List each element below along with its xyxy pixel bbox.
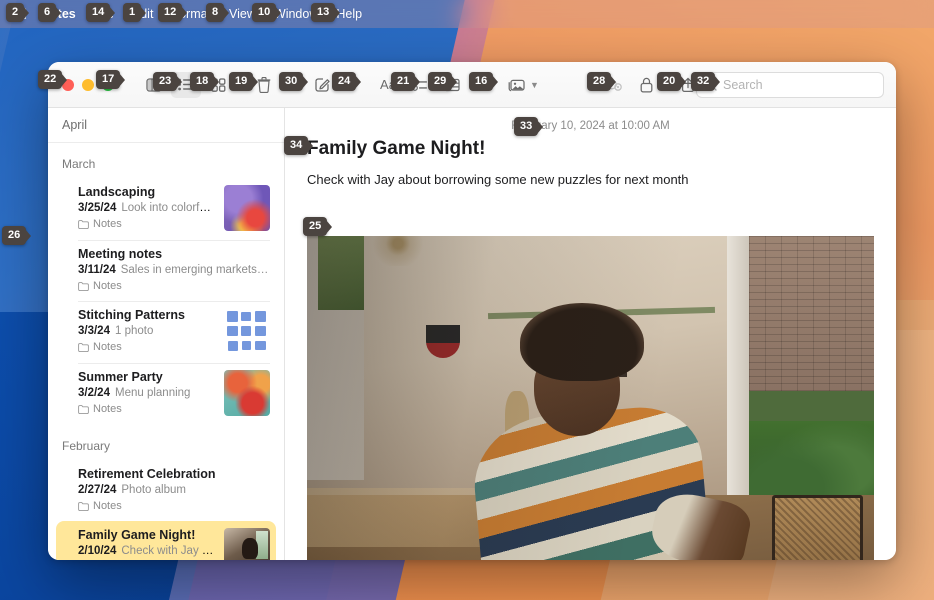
list-item[interactable]: Meeting notes 3/11/24 Sales in emerging m… <box>56 240 276 301</box>
note-thumbnail <box>224 370 270 416</box>
note-title: Stitching Patterns <box>78 308 185 322</box>
note-thumbnail <box>224 528 270 560</box>
note-detail-pane[interactable]: February 10, 2024 at 10:00 AM Family Gam… <box>285 108 896 560</box>
folder-icon <box>78 501 89 511</box>
note-date: 3/11/24 <box>78 264 116 276</box>
list-item[interactable]: Landscaping 3/25/24 Look into colorfu… No… <box>56 178 276 240</box>
annotation-tag-1: 1 <box>123 3 142 22</box>
annotation-tag-14: 14 <box>86 3 111 22</box>
note-snippet: Sales in emerging markets… <box>120 264 269 276</box>
note-body-text[interactable]: Check with Jay about borrowing some new … <box>285 160 896 199</box>
note-folder: Notes <box>78 341 216 353</box>
note-title: Family Game Night! <box>78 528 196 542</box>
note-folder: Notes <box>78 218 216 230</box>
annotation-tag-6: 6 <box>38 3 57 22</box>
note-folder: Notes <box>78 280 270 292</box>
note-date: 3/25/24 <box>78 202 117 214</box>
window-body: April March Landscaping 3/25/24 Look into… <box>48 108 896 560</box>
annotation-tag-30: 30 <box>279 72 304 91</box>
annotation-tag-25: 25 <box>303 217 328 236</box>
note-title: Summer Party <box>78 370 163 384</box>
list-item[interactable]: Stitching Patterns 3/3/24 1 photo Notes <box>56 301 276 363</box>
note-folder-label: Notes <box>93 280 122 292</box>
media-icon[interactable] <box>501 72 531 98</box>
annotation-tag-2: 2 <box>6 3 25 22</box>
search-input[interactable]: Search <box>696 72 884 98</box>
note-folder-label: Notes <box>93 218 122 230</box>
list-item[interactable]: Retirement Celebration 2/27/24 Photo albu… <box>56 460 276 521</box>
note-title: Retirement Celebration <box>78 467 216 481</box>
folder-icon <box>78 342 89 352</box>
note-date: 2/10/24 <box>78 545 117 557</box>
note-folder: Notes <box>78 500 270 512</box>
folder-icon <box>78 219 89 229</box>
annotation-tag-23: 23 <box>153 72 178 91</box>
annotation-tag-10: 10 <box>252 3 277 22</box>
note-snippet: 1 photo <box>114 325 154 337</box>
annotation-tag-34: 34 <box>284 136 309 155</box>
minimize-button[interactable] <box>82 78 94 91</box>
month-header-april: April <box>48 108 284 143</box>
note-folder-label: Notes <box>93 500 122 512</box>
notes-window: Aa ▼ ▼ Search A <box>48 62 896 560</box>
note-title: Meeting notes <box>78 247 163 261</box>
annotation-tag-20: 20 <box>657 72 682 91</box>
annotation-tag-18: 18 <box>190 72 215 91</box>
page-title: Family Game Night! <box>307 138 486 159</box>
search-placeholder: Search <box>723 78 763 92</box>
annotation-tag-13: 13 <box>311 3 336 22</box>
annotation-tag-17: 17 <box>96 70 121 89</box>
annotation-tag-33: 33 <box>514 117 539 136</box>
note-photo-attachment[interactable] <box>307 236 874 560</box>
note-folder-label: Notes <box>93 403 122 415</box>
note-folder: Notes <box>78 403 216 415</box>
month-header-march: March <box>62 157 96 171</box>
annotation-tag-28: 28 <box>587 72 612 91</box>
note-date: 2/27/24 <box>78 484 117 496</box>
note-thumbnail <box>224 308 270 354</box>
note-folder-label: Notes <box>93 341 122 353</box>
annotation-tag-21: 21 <box>391 72 416 91</box>
notes-list-sidebar[interactable]: April March Landscaping 3/25/24 Look into… <box>48 108 285 560</box>
note-snippet: Photo album <box>121 484 186 496</box>
note-date: 3/2/24 <box>78 387 110 399</box>
annotation-tag-32: 32 <box>691 72 716 91</box>
list-item-selected[interactable]: Family Game Night! 2/10/24 Check with Jay… <box>56 521 276 560</box>
annotation-tag-26: 26 <box>2 226 27 245</box>
annotation-tag-24: 24 <box>332 72 357 91</box>
note-title: Landscaping <box>78 185 156 199</box>
media-chevron-down-icon[interactable]: ▼ <box>530 80 539 90</box>
annotation-tag-16: 16 <box>469 72 494 91</box>
annotation-tag-29: 29 <box>428 72 453 91</box>
annotation-tag-22: 22 <box>38 70 63 89</box>
note-timestamp: February 10, 2024 at 10:00 AM <box>511 120 670 132</box>
list-item[interactable]: Summer Party 3/2/24 Menu planning Notes <box>56 363 276 425</box>
note-snippet: Menu planning <box>114 387 191 399</box>
note-snippet: Look into colorfu… <box>121 202 216 214</box>
annotation-tag-19: 19 <box>229 72 254 91</box>
note-snippet: Check with Jay a… <box>121 545 216 557</box>
folder-icon <box>78 281 89 291</box>
month-header-february: February <box>62 439 111 453</box>
note-date: 3/3/24 <box>78 325 110 337</box>
folder-icon <box>78 404 89 414</box>
note-thumbnail <box>224 185 270 231</box>
annotation-tag-12: 12 <box>158 3 183 22</box>
annotation-tag-8: 8 <box>206 3 225 22</box>
